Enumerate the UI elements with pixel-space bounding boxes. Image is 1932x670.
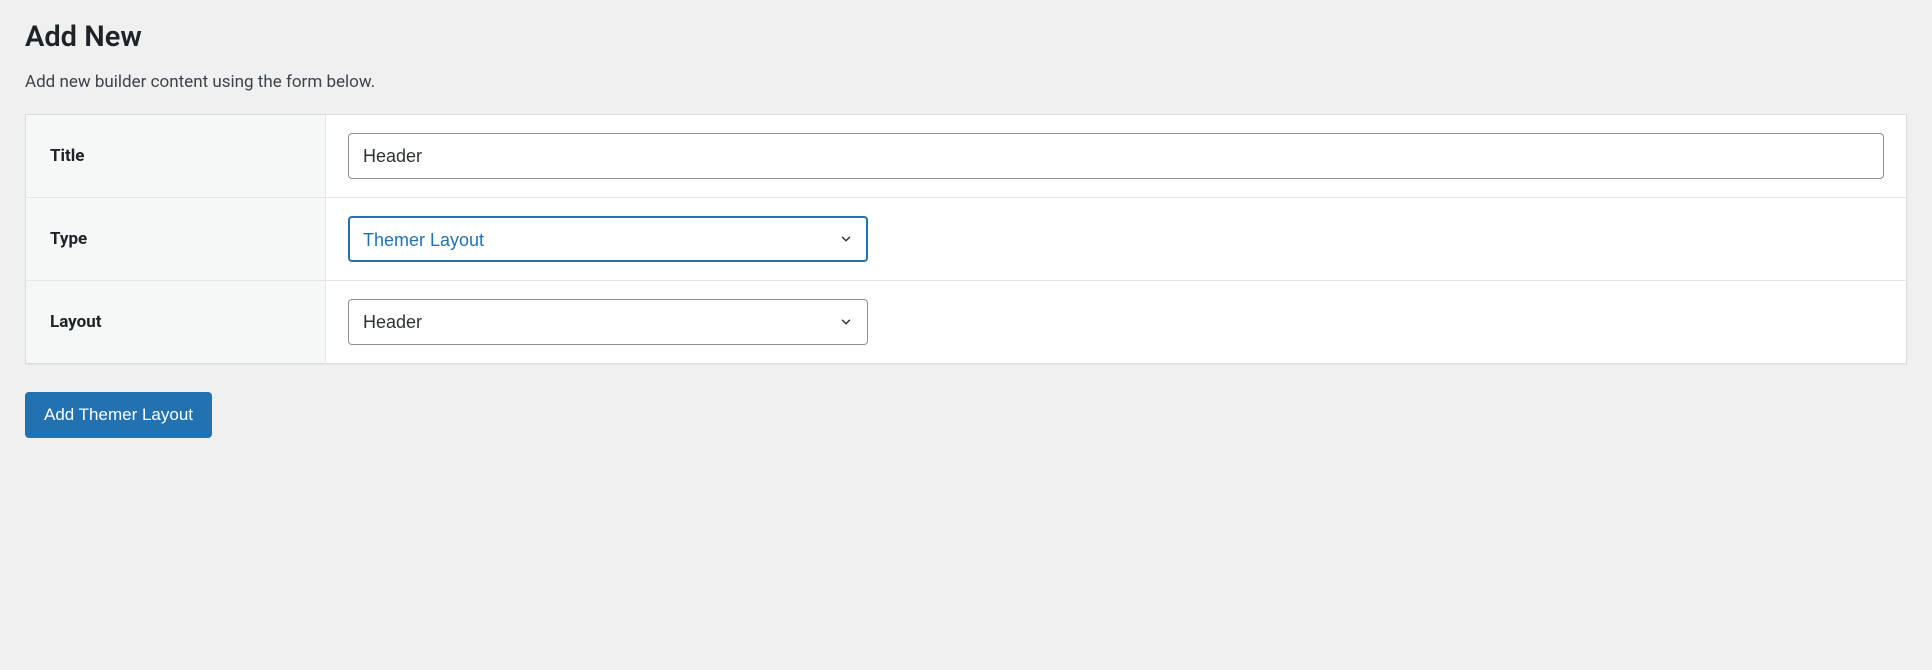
title-input[interactable]	[348, 133, 1884, 179]
page-subtitle: Add new builder content using the form b…	[25, 72, 1907, 92]
type-select[interactable]: Themer Layout	[348, 216, 868, 262]
form-table: Title Type Themer Layout	[25, 114, 1907, 364]
layout-select[interactable]: Header	[348, 299, 868, 345]
form-row-type: Type Themer Layout	[26, 198, 1907, 281]
form-row-title: Title	[26, 115, 1907, 198]
page-title: Add New	[25, 20, 1907, 54]
layout-label: Layout	[26, 281, 326, 364]
type-select-wrapper: Themer Layout	[348, 216, 868, 262]
layout-select-wrapper: Header	[348, 299, 868, 345]
type-label: Type	[26, 198, 326, 281]
add-themer-layout-button[interactable]: Add Themer Layout	[25, 392, 212, 438]
form-row-layout: Layout Header	[26, 281, 1907, 364]
title-label: Title	[26, 115, 326, 198]
